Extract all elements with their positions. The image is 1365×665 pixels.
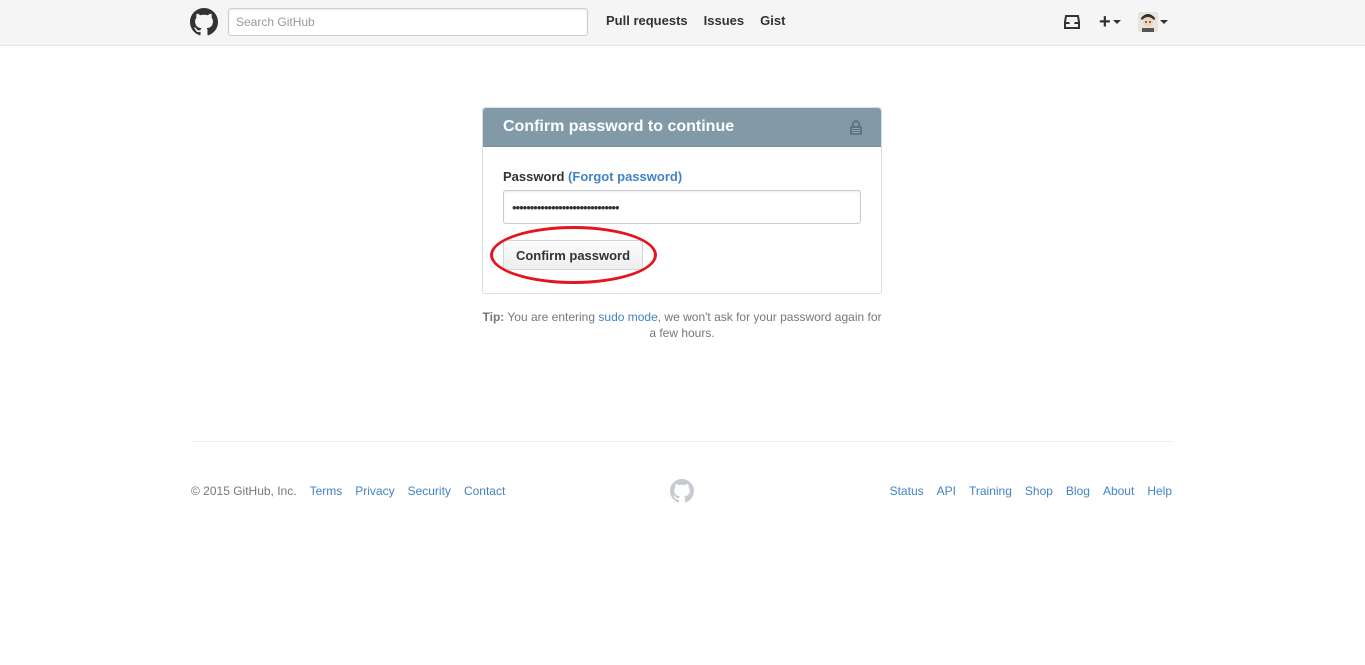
footer-link-status[interactable]: Status bbox=[890, 484, 924, 498]
footer-link-security[interactable]: Security bbox=[408, 484, 451, 498]
footer-divider bbox=[191, 441, 1172, 442]
footer-link-shop[interactable]: Shop bbox=[1025, 484, 1053, 498]
tip-prefix: Tip: bbox=[482, 310, 505, 324]
footer-link-training[interactable]: Training bbox=[969, 484, 1012, 498]
footer-link-help[interactable]: Help bbox=[1147, 484, 1172, 498]
forgot-password-link[interactable]: (Forgot password) bbox=[568, 169, 682, 184]
site-header: Pull requests Issues Gist + bbox=[0, 0, 1365, 46]
plus-icon: + bbox=[1099, 11, 1111, 33]
footer-link-privacy[interactable]: Privacy bbox=[355, 484, 394, 498]
sudo-mode-link[interactable]: sudo mode bbox=[598, 310, 657, 324]
tip-text-before: You are entering bbox=[507, 310, 596, 324]
nav-pull-requests[interactable]: Pull requests bbox=[606, 13, 688, 28]
nav-gist[interactable]: Gist bbox=[760, 13, 785, 28]
create-new-button[interactable]: + bbox=[1099, 9, 1125, 35]
header-nav: Pull requests Issues Gist bbox=[606, 13, 801, 28]
confirm-password-button[interactable]: Confirm password bbox=[503, 240, 643, 270]
auth-box-header: Confirm password to continue bbox=[483, 108, 881, 147]
password-label: Password bbox=[503, 169, 565, 184]
footer-link-api[interactable]: API bbox=[937, 484, 956, 498]
password-field[interactable] bbox=[503, 190, 861, 224]
avatar bbox=[1138, 12, 1158, 32]
search-input[interactable] bbox=[228, 8, 588, 36]
github-footer-logo-icon[interactable] bbox=[670, 479, 694, 503]
nav-issues[interactable]: Issues bbox=[704, 13, 744, 28]
footer-link-contact[interactable]: Contact bbox=[464, 484, 505, 498]
lock-icon bbox=[850, 120, 862, 135]
sudo-tip: Tip: You are entering sudo mode, we won'… bbox=[482, 309, 882, 341]
chevron-down-icon bbox=[1160, 20, 1168, 24]
chevron-down-icon bbox=[1112, 20, 1121, 24]
copyright: © 2015 GitHub, Inc. bbox=[191, 484, 297, 498]
password-label-row: Password (Forgot password) bbox=[503, 169, 682, 184]
footer-link-terms[interactable]: Terms bbox=[310, 484, 343, 498]
notifications-button[interactable] bbox=[1064, 9, 1084, 35]
sudo-auth-box: Confirm password to continue Password (F… bbox=[482, 107, 882, 294]
inbox-icon bbox=[1064, 15, 1080, 29]
auth-title: Confirm password to continue bbox=[503, 118, 735, 135]
github-logo-icon[interactable] bbox=[190, 8, 218, 36]
footer-left: © 2015 GitHub, Inc. Terms Privacy Securi… bbox=[191, 484, 518, 498]
footer-link-about[interactable]: About bbox=[1103, 484, 1134, 498]
footer-link-blog[interactable]: Blog bbox=[1066, 484, 1090, 498]
footer-right: Status API Training Shop Blog About Help bbox=[890, 484, 1172, 498]
tip-text-after: , we won't ask for your password again f… bbox=[649, 310, 882, 340]
user-menu-button[interactable] bbox=[1138, 9, 1174, 35]
